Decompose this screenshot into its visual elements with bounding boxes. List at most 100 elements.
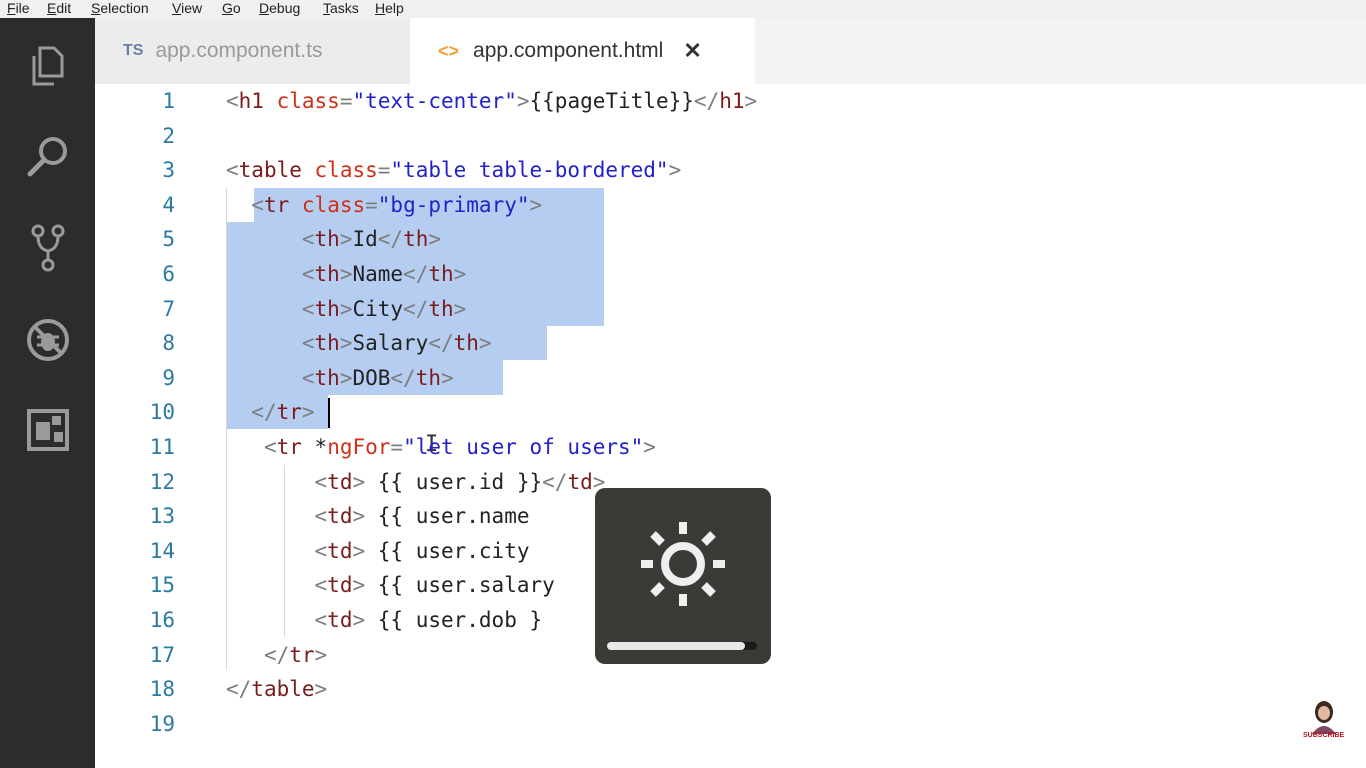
code-token: > — [314, 677, 328, 702]
code-line: <th>Name</th> — [226, 257, 466, 291]
menu-debug[interactable]: Debug — [259, 0, 300, 16]
code-token: > — [339, 262, 353, 286]
code-token: > — [529, 192, 543, 217]
code-token: th — [428, 296, 454, 321]
line-number: 13 — [149, 504, 175, 529]
source-control-icon[interactable] — [22, 222, 74, 274]
code-token: </ — [263, 642, 290, 667]
line-number: 10 — [149, 400, 175, 425]
code-token: > — [516, 89, 530, 113]
code-token: > — [643, 435, 656, 459]
code-token: "table table-bordered" — [390, 158, 669, 183]
code-line: <td> {{ user.name — [226, 499, 542, 533]
code-token: th — [314, 227, 340, 252]
code-token: </ — [403, 296, 429, 321]
code-token: tr — [289, 642, 315, 667]
tab-bar: TS app.component.ts <> app.component.htm… — [95, 18, 1366, 84]
line-number: 3 — [162, 158, 175, 183]
tab-label: app.component.ts — [155, 39, 323, 62]
code-token: th — [415, 365, 441, 390]
code-token: > — [352, 469, 366, 494]
code-token: "bg-primary" — [377, 192, 530, 217]
code-token: < — [301, 331, 315, 356]
code-line: </table> — [226, 672, 327, 706]
code-token: {{ user.salary — [365, 573, 555, 598]
code-token: th — [314, 331, 340, 356]
line-number: 15 — [149, 573, 175, 598]
code-line: <th>Salary</th> — [226, 326, 492, 360]
code-line: <td> {{ user.id }}</td> — [226, 465, 606, 499]
tab-app-component-ts[interactable]: TS app.component.ts — [95, 18, 410, 84]
code-token: {{ user.id }} — [365, 469, 543, 494]
extensions-icon[interactable] — [22, 404, 74, 456]
activity-bar — [0, 18, 95, 768]
code-token: < — [301, 365, 315, 390]
code-token: < — [314, 608, 328, 632]
line-number: 19 — [149, 711, 175, 736]
code-token: City — [352, 296, 404, 321]
close-tab-icon[interactable]: ✕ — [683, 38, 701, 64]
explorer-icon[interactable] — [22, 40, 74, 92]
menu-edit[interactable]: Edit — [47, 0, 71, 16]
code-token: td — [327, 469, 353, 494]
code-token: td — [327, 608, 353, 632]
menu-tasks[interactable]: Tasks — [323, 0, 359, 16]
code-token: Salary — [352, 331, 429, 356]
code-token: th — [428, 262, 454, 286]
debug-icon[interactable] — [22, 314, 74, 366]
code-token: "text-center" — [352, 89, 517, 113]
menu-go[interactable]: Go — [222, 0, 241, 16]
code-token: > — [668, 158, 682, 183]
line-number: 1 — [162, 89, 175, 113]
code-token: < — [314, 504, 328, 529]
code-line: <tr class="bg-primary"> — [226, 188, 542, 222]
code-token: </ — [428, 331, 454, 356]
tab-app-component-html[interactable]: <> app.component.html ✕ — [410, 18, 755, 84]
menu-bar: File Edit Selection View Go Debug Tasks … — [0, 0, 1366, 18]
code-token: > — [339, 227, 353, 252]
code-token: "let user of users" — [403, 435, 644, 459]
code-token: Id — [352, 227, 378, 252]
code-editor[interactable]: I 1 <h1 class="text-center">{{pageTitle}}… — [95, 84, 1366, 768]
menu-selection[interactable]: Selection — [91, 0, 149, 16]
code-token: < — [301, 227, 315, 252]
code-token: < — [314, 573, 328, 598]
code-token: </ — [693, 89, 720, 113]
code-line: <th>Id</th> — [226, 222, 441, 256]
code-line: <td> {{ user.dob } — [226, 603, 543, 637]
code-token: > — [441, 365, 454, 390]
brightness-overlay — [595, 488, 771, 664]
line-number: 14 — [149, 538, 175, 563]
code-token: tr — [276, 400, 302, 425]
code-token: td — [327, 573, 353, 598]
line-number: 16 — [149, 608, 175, 632]
code-token: = — [377, 158, 391, 183]
code-token: > — [339, 296, 353, 321]
menu-file[interactable]: File — [7, 0, 30, 16]
menu-view[interactable]: View — [172, 0, 202, 16]
code-token: < — [314, 538, 328, 563]
menu-help[interactable]: Help — [375, 0, 404, 16]
code-line: <th>DOB</th> — [226, 361, 454, 395]
code-token: DOB — [352, 365, 391, 390]
code-token: h1 — [719, 89, 745, 113]
code-token: * — [301, 435, 328, 459]
code-token: ngFor — [327, 435, 391, 459]
code-token: > — [352, 504, 366, 529]
code-token: < — [263, 435, 277, 459]
code-token: > — [453, 296, 467, 321]
code-token: > — [428, 227, 442, 252]
code-token: < — [301, 262, 315, 286]
code-token: > — [478, 331, 492, 356]
brightness-level-fill — [607, 642, 745, 650]
subscribe-label[interactable]: SUBSCRIBE — [1303, 732, 1344, 739]
line-number: 12 — [149, 469, 175, 494]
search-icon[interactable] — [22, 130, 74, 182]
code-token: < — [226, 158, 239, 183]
